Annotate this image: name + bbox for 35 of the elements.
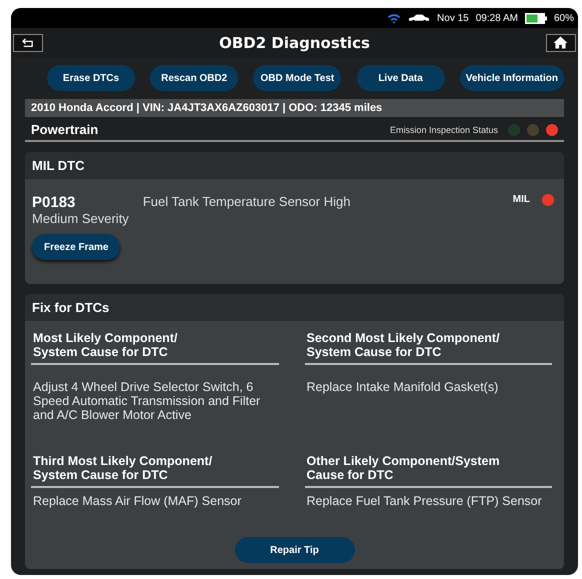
home-icon [553, 36, 568, 49]
dtc-description: Fuel Tank Temperature Sensor High [142, 194, 352, 209]
cause-heading: Third Most Likely Component/ System Cause for DTC [31, 448, 278, 488]
window-title: OBD2 Diagnostics [219, 34, 370, 52]
action-button[interactable]: Erase DTCs [47, 65, 135, 91]
cause-text: Replace Intake Manifold Gasket(s) [306, 379, 500, 396]
cause-text: Adjust 4 Wheel Drive Selector Switch, 6 Speed Automatic Transmission and Filter and A/C Blower Motor Active [32, 379, 262, 424]
dtc-code: P0183 [32, 194, 76, 211]
card-header: MIL DTC [25, 152, 564, 179]
battery-icon [524, 12, 547, 24]
cause-heading: Second Most Likely Component/ System Cause for DTC [304, 325, 552, 365]
emission-status-label: Emission Inspection Status [390, 124, 498, 134]
home-button[interactable] [546, 34, 576, 52]
back-icon [21, 38, 35, 48]
cause-text: Replace Fuel Tank Pressure (FTP) Sensor [306, 493, 543, 510]
wifi-icon [387, 12, 402, 24]
freeze-frame-button[interactable]: Freeze Frame [32, 234, 120, 260]
car-icon [408, 13, 430, 23]
card-header: Fix for DTCs [25, 294, 564, 321]
cause-heading: Other Likely Component/System Cause for DTC [304, 448, 552, 488]
mil-label: MIL [512, 194, 530, 205]
back-button[interactable] [13, 34, 43, 52]
action-button[interactable]: Rescan OBD2 [150, 65, 238, 91]
status-date: Nov 15 [437, 12, 469, 24]
section-title: Powertrain [31, 122, 100, 137]
action-button[interactable]: Vehicle Information [460, 65, 564, 91]
action-button[interactable]: Live Data [356, 65, 445, 91]
battery-percent: 60% [554, 12, 574, 24]
status-time: 09:28 AM [476, 12, 518, 24]
repair-tip-button[interactable]: Repair Tip [234, 537, 354, 563]
action-button[interactable]: OBD Mode Test [253, 65, 342, 91]
severity-label: Medium Severity [32, 211, 129, 226]
cause-text: Replace Mass Air Flow (MAF) Sensor [32, 493, 242, 510]
cause-heading: Most Likely Component/ System Cause for DTC [31, 325, 278, 365]
vehicle-info-bar: 2010 Honda Accord | VIN: JA4JT3AX6AZ603017 | ODO: 12345 miles [25, 99, 564, 117]
